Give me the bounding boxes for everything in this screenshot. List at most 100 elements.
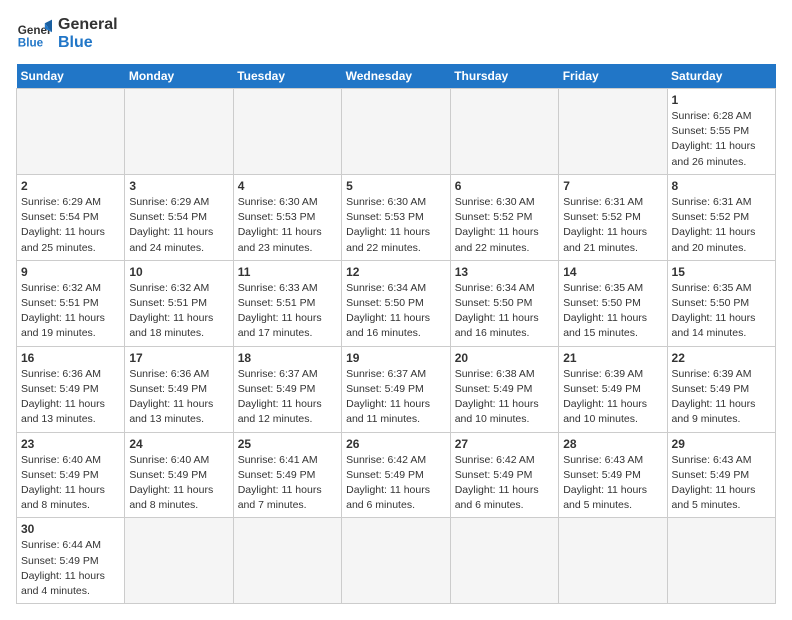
calendar-cell: 17 Sunrise: 6:36 AMSunset: 5:49 PMDayligh…: [125, 346, 233, 432]
day-info: Sunrise: 6:34 AMSunset: 5:50 PMDaylight:…: [455, 281, 554, 342]
calendar-cell: 29Sunrise: 6:43 AMSunset: 5:49 PMDayligh…: [667, 432, 775, 518]
calendar-cell: 3 Sunrise: 6:29 AMSunset: 5:54 PMDaylight…: [125, 174, 233, 260]
day-info: Sunrise: 6:39 AMSunset: 5:49 PMDaylight:…: [563, 367, 662, 428]
day-number: 9: [21, 265, 120, 279]
day-number: 23: [21, 437, 120, 451]
calendar-cell: [342, 518, 451, 604]
day-info: Sunrise: 6:36 AMSunset: 5:49 PMDaylight:…: [129, 367, 228, 428]
day-info: Sunrise: 6:30 AMSunset: 5:53 PMDaylight:…: [238, 195, 337, 256]
day-header-friday: Friday: [559, 64, 667, 89]
day-header-thursday: Thursday: [450, 64, 558, 89]
calendar-cell: 7Sunrise: 6:31 AMSunset: 5:52 PMDaylight…: [559, 174, 667, 260]
day-number: 25: [238, 437, 337, 451]
day-number: 4: [238, 179, 337, 193]
day-info: Sunrise: 6:35 AMSunset: 5:50 PMDaylight:…: [563, 281, 662, 342]
day-number: 26: [346, 437, 446, 451]
day-info: Sunrise: 6:40 AMSunset: 5:49 PMDaylight:…: [129, 453, 228, 514]
week-row-4: 16 Sunrise: 6:36 AMSunset: 5:49 PMDayligh…: [17, 346, 776, 432]
week-row-1: 1Sunrise: 6:28 AMSunset: 5:55 PMDaylight…: [17, 89, 776, 175]
day-info: Sunrise: 6:30 AMSunset: 5:53 PMDaylight:…: [346, 195, 446, 256]
day-info: Sunrise: 6:36 AMSunset: 5:49 PMDaylight:…: [21, 367, 120, 428]
calendar-cell: 22 Sunrise: 6:39 AMSunset: 5:49 PMDayligh…: [667, 346, 775, 432]
calendar-cell: [17, 89, 125, 175]
day-info: Sunrise: 6:31 AMSunset: 5:52 PMDaylight:…: [563, 195, 662, 256]
calendar-cell: 12Sunrise: 6:34 AMSunset: 5:50 PMDayligh…: [342, 260, 451, 346]
calendar-cell: [125, 89, 233, 175]
day-number: 27: [455, 437, 554, 451]
calendar-cell: 30 Sunrise: 6:44 AMSunset: 5:49 PMDayligh…: [17, 518, 125, 604]
day-number: 2: [21, 179, 120, 193]
day-number: 12: [346, 265, 446, 279]
calendar-cell: 26Sunrise: 6:42 AMSunset: 5:49 PMDayligh…: [342, 432, 451, 518]
page-header: General Blue General Blue: [16, 16, 776, 52]
calendar-cell: [342, 89, 451, 175]
calendar-cell: [125, 518, 233, 604]
day-header-sunday: Sunday: [17, 64, 125, 89]
day-header-wednesday: Wednesday: [342, 64, 451, 89]
day-header-saturday: Saturday: [667, 64, 775, 89]
day-info: Sunrise: 6:29 AMSunset: 5:54 PMDaylight:…: [129, 195, 228, 256]
day-info: Sunrise: 6:38 AMSunset: 5:49 PMDaylight:…: [455, 367, 554, 428]
day-number: 8: [672, 179, 771, 193]
day-number: 10: [129, 265, 228, 279]
day-number: 17: [129, 351, 228, 365]
calendar-cell: 18Sunrise: 6:37 AMSunset: 5:49 PMDayligh…: [233, 346, 341, 432]
day-number: 6: [455, 179, 554, 193]
week-row-3: 9 Sunrise: 6:32 AMSunset: 5:51 PMDaylight…: [17, 260, 776, 346]
day-number: 22: [672, 351, 771, 365]
week-row-2: 2 Sunrise: 6:29 AMSunset: 5:54 PMDaylight…: [17, 174, 776, 260]
day-number: 30: [21, 522, 120, 536]
day-info: Sunrise: 6:33 AMSunset: 5:51 PMDaylight:…: [238, 281, 337, 342]
calendar-cell: [233, 89, 341, 175]
day-number: 16: [21, 351, 120, 365]
calendar-cell: [233, 518, 341, 604]
day-info: Sunrise: 6:28 AMSunset: 5:55 PMDaylight:…: [672, 109, 771, 170]
calendar-cell: 15 Sunrise: 6:35 AMSunset: 5:50 PMDayligh…: [667, 260, 775, 346]
week-row-5: 23 Sunrise: 6:40 AMSunset: 5:49 PMDayligh…: [17, 432, 776, 518]
calendar-cell: 16 Sunrise: 6:36 AMSunset: 5:49 PMDayligh…: [17, 346, 125, 432]
day-info: Sunrise: 6:37 AMSunset: 5:49 PMDaylight:…: [238, 367, 337, 428]
day-number: 24: [129, 437, 228, 451]
calendar-cell: [450, 518, 558, 604]
calendar-cell: [559, 89, 667, 175]
day-info: Sunrise: 6:39 AMSunset: 5:49 PMDaylight:…: [672, 367, 771, 428]
calendar-cell: 6 Sunrise: 6:30 AMSunset: 5:52 PMDaylight…: [450, 174, 558, 260]
logo-general: General: [58, 16, 118, 34]
week-row-6: 30 Sunrise: 6:44 AMSunset: 5:49 PMDayligh…: [17, 518, 776, 604]
day-number: 21: [563, 351, 662, 365]
calendar-cell: 25 Sunrise: 6:41 AMSunset: 5:49 PMDayligh…: [233, 432, 341, 518]
day-header-monday: Monday: [125, 64, 233, 89]
calendar-cell: 20 Sunrise: 6:38 AMSunset: 5:49 PMDayligh…: [450, 346, 558, 432]
calendar-cell: 4 Sunrise: 6:30 AMSunset: 5:53 PMDaylight…: [233, 174, 341, 260]
logo: General Blue General Blue: [16, 16, 118, 52]
day-number: 3: [129, 179, 228, 193]
day-number: 5: [346, 179, 446, 193]
day-header-tuesday: Tuesday: [233, 64, 341, 89]
day-info: Sunrise: 6:41 AMSunset: 5:49 PMDaylight:…: [238, 453, 337, 514]
calendar-cell: 5 Sunrise: 6:30 AMSunset: 5:53 PMDaylight…: [342, 174, 451, 260]
calendar-cell: [667, 518, 775, 604]
calendar-table: SundayMondayTuesdayWednesdayThursdayFrid…: [16, 64, 776, 604]
day-number: 13: [455, 265, 554, 279]
day-info: Sunrise: 6:37 AMSunset: 5:49 PMDaylight:…: [346, 367, 446, 428]
day-header-row: SundayMondayTuesdayWednesdayThursdayFrid…: [17, 64, 776, 89]
day-number: 19: [346, 351, 446, 365]
calendar-cell: 9Sunrise: 6:32 AMSunset: 5:51 PMDaylight…: [17, 260, 125, 346]
day-info: Sunrise: 6:44 AMSunset: 5:49 PMDaylight:…: [21, 538, 120, 599]
calendar-cell: 24 Sunrise: 6:40 AMSunset: 5:49 PMDayligh…: [125, 432, 233, 518]
calendar-cell: 2Sunrise: 6:29 AMSunset: 5:54 PMDaylight…: [17, 174, 125, 260]
day-number: 20: [455, 351, 554, 365]
calendar-cell: 27 Sunrise: 6:42 AMSunset: 5:49 PMDayligh…: [450, 432, 558, 518]
day-info: Sunrise: 6:32 AMSunset: 5:51 PMDaylight:…: [129, 281, 228, 342]
calendar-cell: 10 Sunrise: 6:32 AMSunset: 5:51 PMDayligh…: [125, 260, 233, 346]
calendar-cell: 19 Sunrise: 6:37 AMSunset: 5:49 PMDayligh…: [342, 346, 451, 432]
day-number: 28: [563, 437, 662, 451]
logo-icon: General Blue: [16, 16, 52, 52]
calendar-cell: [450, 89, 558, 175]
day-info: Sunrise: 6:30 AMSunset: 5:52 PMDaylight:…: [455, 195, 554, 256]
day-info: Sunrise: 6:42 AMSunset: 5:49 PMDaylight:…: [455, 453, 554, 514]
day-info: Sunrise: 6:35 AMSunset: 5:50 PMDaylight:…: [672, 281, 771, 342]
day-number: 15: [672, 265, 771, 279]
calendar-cell: 1Sunrise: 6:28 AMSunset: 5:55 PMDaylight…: [667, 89, 775, 175]
day-info: Sunrise: 6:31 AMSunset: 5:52 PMDaylight:…: [672, 195, 771, 256]
